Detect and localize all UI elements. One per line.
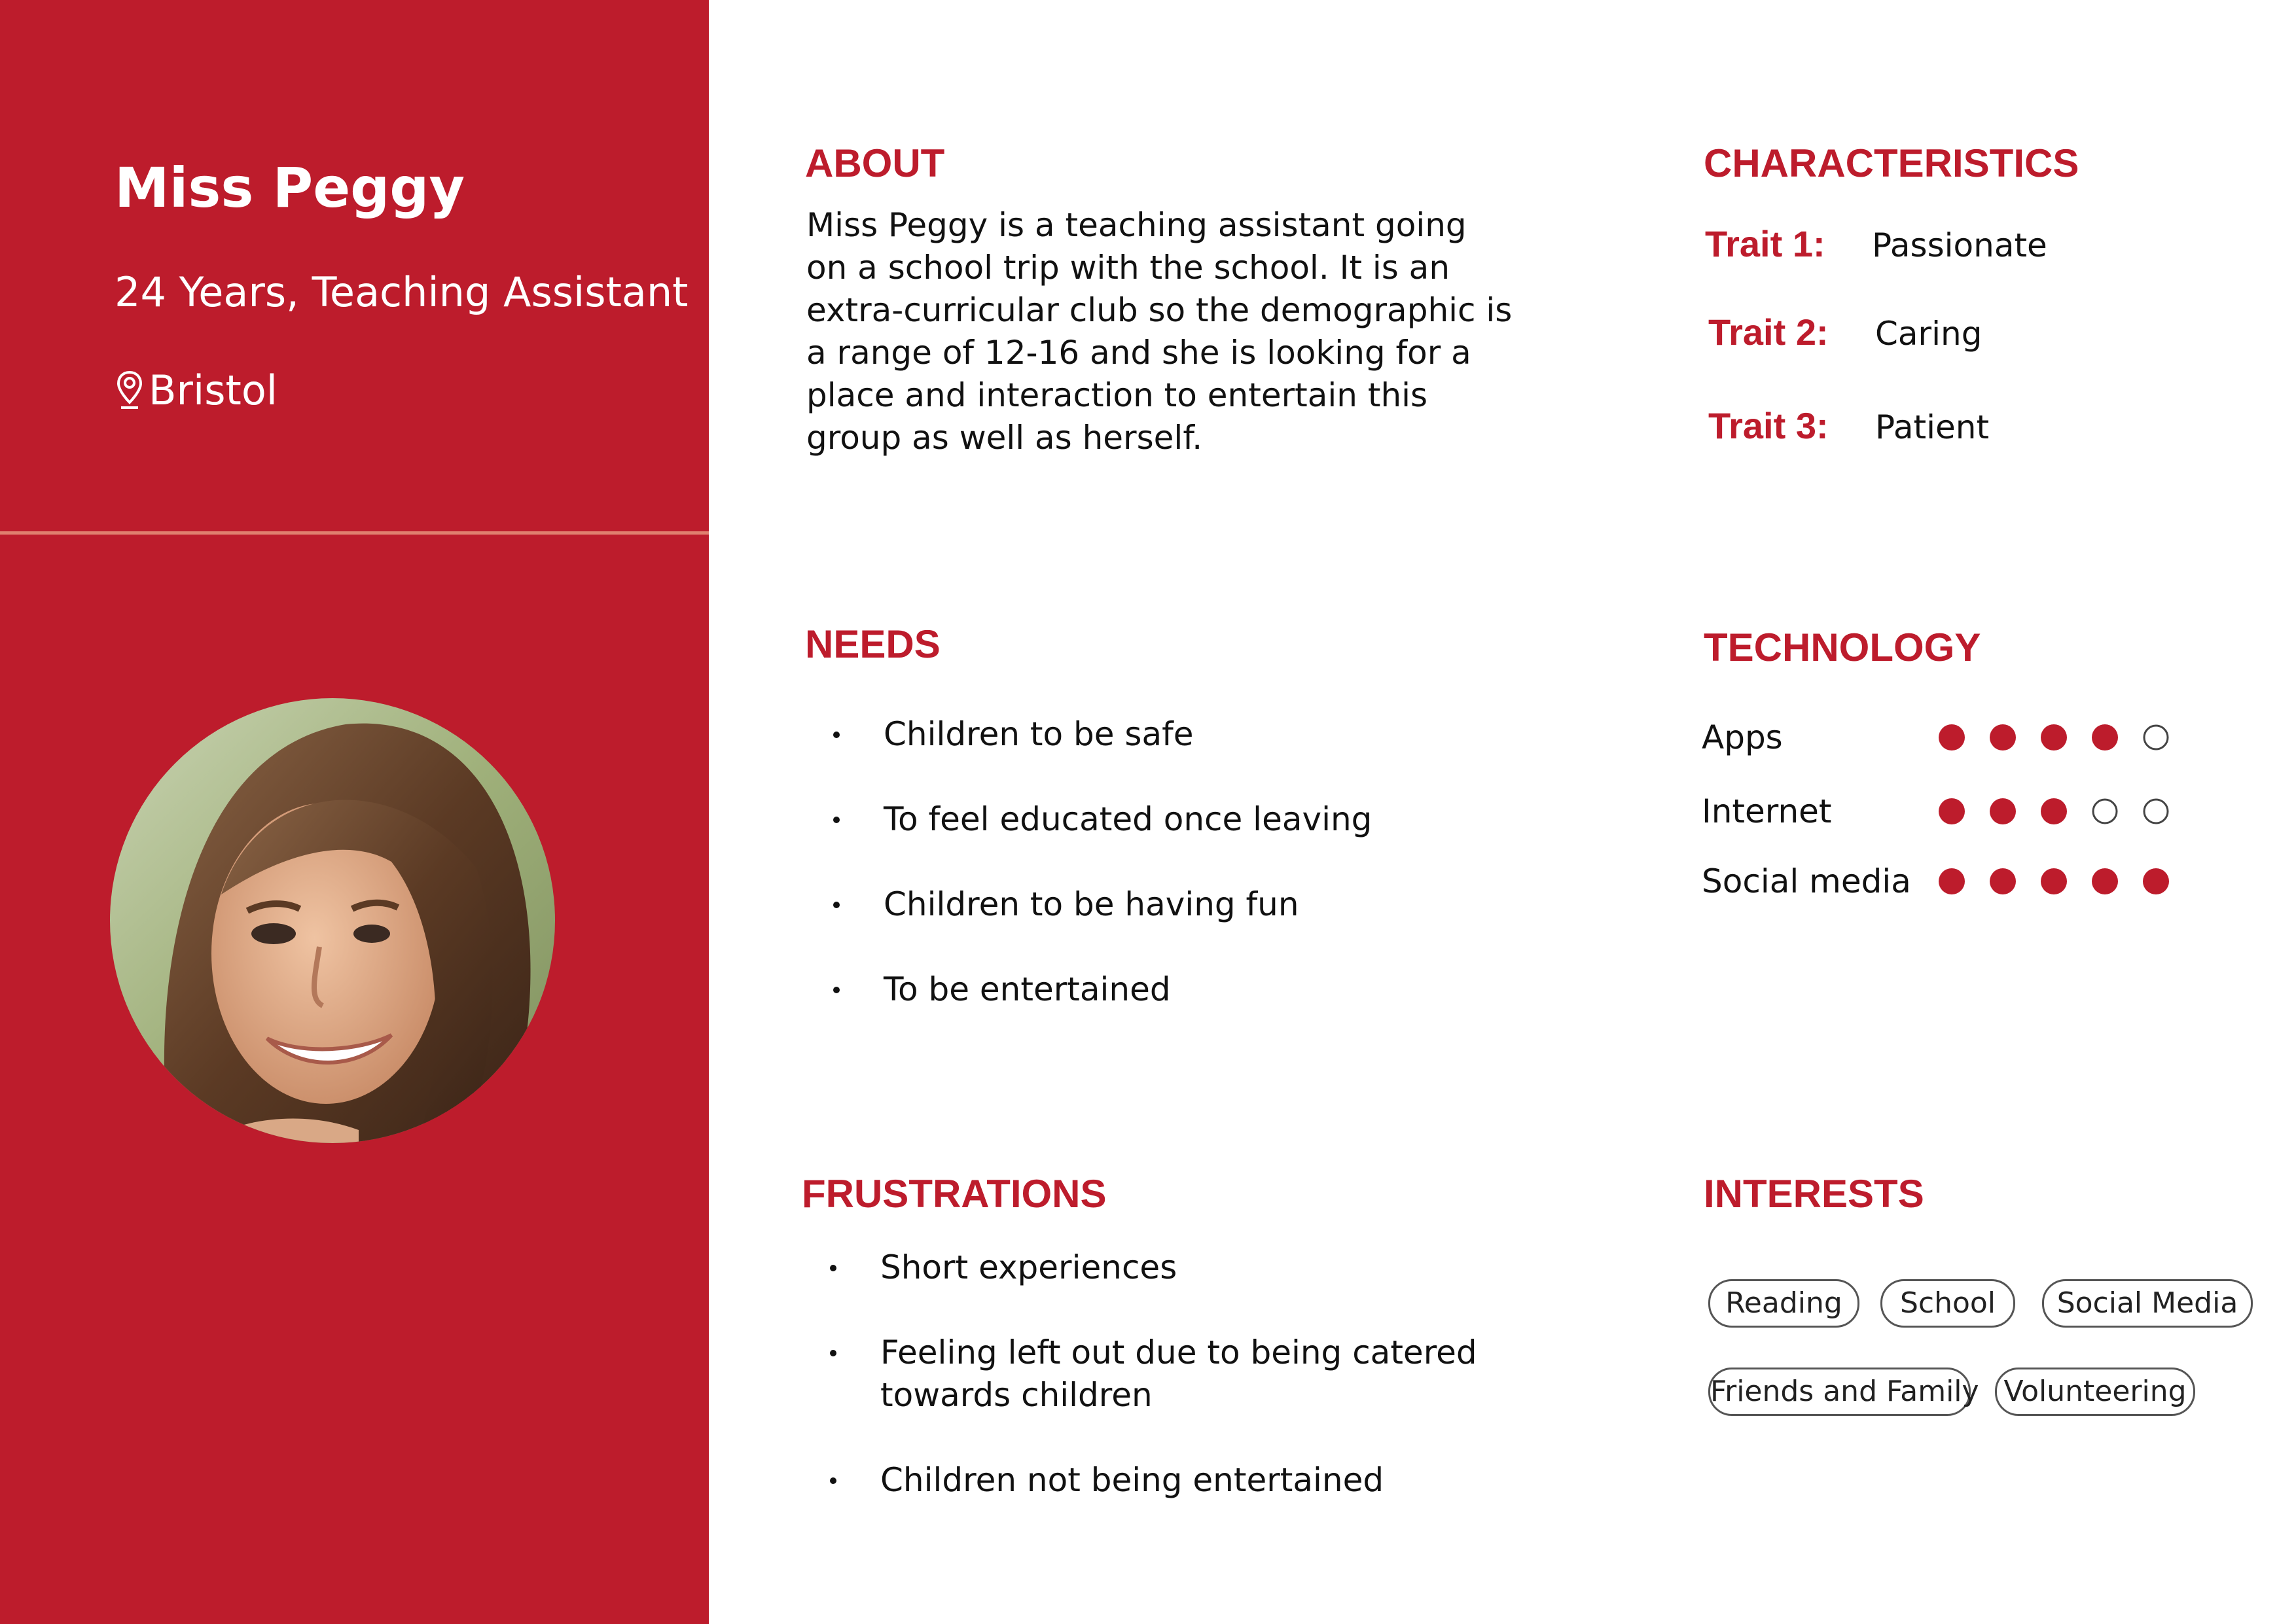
rating-dot-filled-icon: [1990, 724, 2016, 750]
needs-item-text: To feel educated once leaving: [884, 800, 1372, 838]
frustrations-heading: FRUSTRATIONS: [802, 1172, 1107, 1216]
list-item: To be entertained: [805, 968, 1590, 1011]
about-text: Miss Peggy is a teaching assistant going…: [806, 204, 1559, 459]
rating-dot-empty-icon: [2092, 798, 2118, 824]
rating-dot-filled-icon: [2041, 724, 2067, 750]
trait-value: Passionate: [1872, 226, 2047, 264]
rating-dot-filled-icon: [1990, 798, 2016, 824]
rating-dots: [1939, 798, 2169, 824]
trait-value: Caring: [1875, 315, 1982, 353]
interest-tag: Friends and Family: [1708, 1368, 1979, 1416]
trait-row: Trait 1: Passionate: [1705, 222, 2047, 265]
rating-dot-filled-icon: [2143, 868, 2169, 894]
avatar: [110, 698, 555, 1143]
rating-dot-filled-icon: [1939, 868, 1965, 894]
trait-label: Trait 2:: [1708, 311, 1829, 353]
rating-dot-filled-icon: [2041, 798, 2067, 824]
list-item: Children to be safe: [805, 713, 1590, 756]
needs-item-text: Children to be safe: [884, 715, 1194, 753]
about-line: a range of 12-16 and she is looking for …: [806, 334, 1471, 372]
location-text: Bristol: [149, 366, 278, 414]
characteristics-heading: CHARACTERISTICS: [1704, 141, 2079, 185]
interest-tag: Reading: [1708, 1279, 1859, 1328]
frustration-item-text: Short experiences: [880, 1248, 1177, 1286]
rating-dot-filled-icon: [2092, 724, 2118, 750]
bullet-icon: [833, 732, 840, 738]
about-line: Miss Peggy is a teaching assistant going: [806, 206, 1467, 244]
sidebar-divider: [0, 531, 709, 535]
interest-tag: Social Media: [2042, 1279, 2253, 1328]
bullet-icon: [833, 902, 840, 908]
about-line: extra-curricular club so the demographic…: [806, 291, 1513, 329]
list-item: Children not being entertained: [802, 1459, 1587, 1502]
tech-label: Social media: [1702, 862, 1911, 900]
profile-sidebar: Miss Peggy 24 Years, Teaching Assistant …: [0, 0, 709, 1624]
about-line: place and interaction to entertain this: [806, 376, 1428, 414]
persona-name: Miss Peggy: [115, 156, 465, 220]
rating-dot-filled-icon: [2041, 868, 2067, 894]
about-heading: ABOUT: [805, 141, 945, 185]
rating-dots: [1939, 868, 2169, 894]
rating-dots: [1939, 724, 2169, 750]
rating-dot-empty-icon: [2143, 798, 2169, 824]
needs-list: Children to be safe To feel educated onc…: [805, 713, 1590, 1011]
rating-dot-filled-icon: [2092, 868, 2118, 894]
trait-value: Patient: [1875, 408, 1990, 446]
rating-dot-filled-icon: [1939, 724, 1965, 750]
tech-row-internet: Internet: [1702, 788, 2199, 834]
list-item: Feeling left out due to being catered tow…: [802, 1332, 1587, 1417]
list-item: Short experiences: [802, 1246, 1587, 1289]
bullet-icon: [830, 1477, 836, 1484]
trait-row: Trait 3: Patient: [1708, 404, 1989, 447]
rating-dot-empty-icon: [2143, 724, 2169, 750]
trait-row: Trait 2: Caring: [1708, 311, 1982, 353]
frustration-item-text: Children not being entertained: [880, 1461, 1384, 1499]
interests-heading: INTERESTS: [1704, 1172, 1924, 1216]
rating-dot-filled-icon: [1939, 798, 1965, 824]
technology-heading: TECHNOLOGY: [1704, 626, 1981, 669]
rating-dot-filled-icon: [1990, 868, 2016, 894]
bullet-icon: [830, 1350, 836, 1356]
needs-item-text: Children to be having fun: [884, 885, 1299, 923]
tech-row-social-media: Social media: [1702, 858, 2199, 904]
trait-label: Trait 1:: [1705, 223, 1825, 264]
about-line: on a school trip with the school. It is …: [806, 249, 1450, 287]
about-line: group as well as herself.: [806, 419, 1203, 457]
bullet-icon: [833, 817, 840, 823]
interest-tag: Volunteering: [1995, 1368, 2195, 1416]
list-item: Children to be having fun: [805, 883, 1590, 926]
needs-heading: NEEDS: [805, 622, 941, 666]
frustration-item-text: towards children: [880, 1376, 1153, 1414]
bullet-icon: [830, 1265, 836, 1271]
persona-location: Bristol: [115, 366, 278, 414]
needs-item-text: To be entertained: [884, 970, 1171, 1008]
trait-label: Trait 3:: [1708, 405, 1829, 446]
list-item: To feel educated once leaving: [805, 798, 1590, 841]
avatar-photo: [110, 698, 555, 1143]
frustration-item-text: Feeling left out due to being catered: [880, 1333, 1477, 1371]
bullet-icon: [833, 987, 840, 993]
tech-row-apps: Apps: [1702, 715, 2199, 760]
interest-tag: School: [1880, 1279, 2015, 1328]
frustrations-list: Short experiences Feeling left out due t…: [802, 1246, 1587, 1502]
tech-label: Apps: [1702, 718, 1783, 756]
tech-label: Internet: [1702, 792, 1832, 830]
map-pin-icon: [117, 370, 143, 409]
persona-subtitle: 24 Years, Teaching Assistant: [115, 268, 689, 316]
